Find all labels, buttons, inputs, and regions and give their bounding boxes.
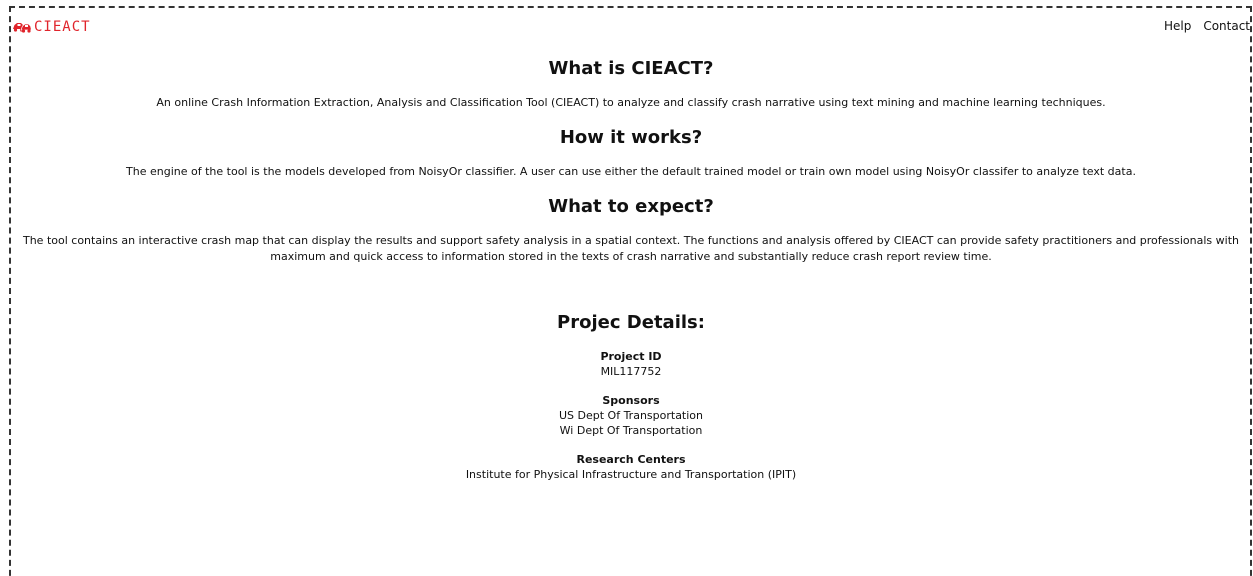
top-nav: Help Contact — [1164, 19, 1250, 33]
project-details-title: Projec Details: — [557, 312, 705, 333]
top-bar: CIEACT Help Contact — [12, 17, 1250, 39]
sponsor-item: US Dept Of Transportation — [558, 409, 703, 422]
section-body: An online Crash Information Extraction, … — [156, 96, 1106, 109]
main-content: What is CIEACT? An online Crash Informat… — [12, 57, 1250, 496]
section-title: What is CIEACT? — [548, 58, 714, 79]
logo[interactable]: CIEACT — [12, 19, 91, 35]
project-id-label: Project ID — [600, 350, 662, 363]
logo-text: CIEACT — [34, 19, 91, 35]
research-centers-group: Research Centers Institute for Physical … — [12, 452, 1250, 482]
contact-link[interactable]: Contact — [1203, 19, 1250, 33]
sponsors-group: Sponsors US Dept Of Transportation Wi De… — [12, 393, 1250, 438]
section-how-it-works: How it works? The engine of the tool is … — [12, 126, 1250, 180]
sponsors-label: Sponsors — [602, 394, 660, 407]
research-center-item: Institute for Physical Infrastructure an… — [465, 468, 797, 481]
section-title: How it works? — [559, 127, 703, 148]
project-id-group: Project ID MIL117752 — [12, 349, 1250, 379]
section-body: The engine of the tool is the models dev… — [126, 165, 1136, 178]
help-link[interactable]: Help — [1164, 19, 1191, 33]
project-details: Projec Details: Project ID MIL117752 Spo… — [12, 311, 1250, 482]
cars-icon — [12, 20, 32, 34]
sponsor-item: Wi Dept Of Transportation — [559, 424, 703, 437]
section-body: The tool contains an interactive crash m… — [22, 234, 1239, 263]
section-what-is: What is CIEACT? An online Crash Informat… — [12, 57, 1250, 111]
section-what-to-expect: What to expect? The tool contains an int… — [12, 195, 1250, 265]
project-id-value: MIL117752 — [600, 365, 662, 378]
research-centers-label: Research Centers — [576, 453, 686, 466]
section-title: What to expect? — [548, 196, 714, 217]
